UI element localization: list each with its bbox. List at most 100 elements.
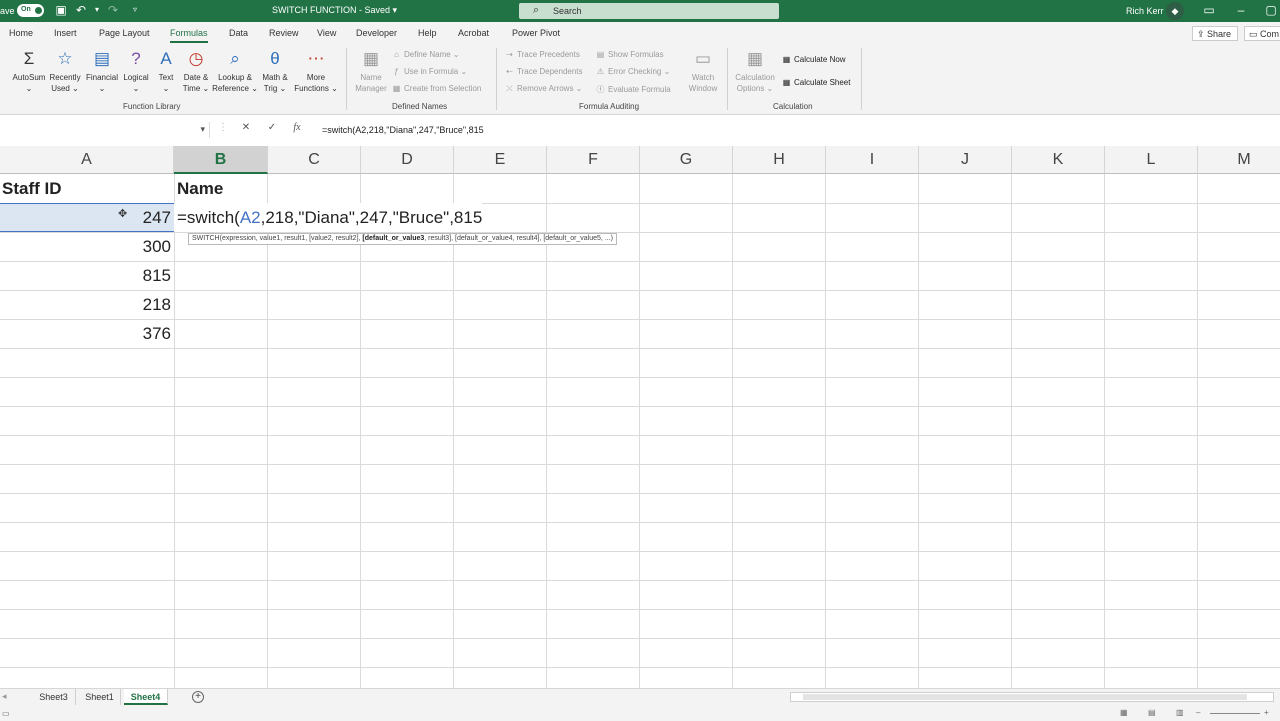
lookup-reference-button[interactable]: ⌕ Lookup & Reference ⌄	[212, 48, 258, 94]
tab-help[interactable]: Help	[418, 28, 437, 38]
document-title[interactable]: SWITCH FUNCTION - Saved ▾	[272, 5, 397, 16]
enter-formula-button[interactable]: ✓	[265, 122, 279, 133]
cell-a2[interactable]: 247	[0, 203, 171, 232]
column-header-l[interactable]: L	[1105, 146, 1198, 174]
sheet-tab-sheet4[interactable]: Sheet4	[124, 689, 168, 705]
redo-icon[interactable]: ↷	[106, 3, 120, 17]
tab-page-layout[interactable]: Page Layout	[99, 28, 150, 38]
use-in-formula-button[interactable]: ƒ Use in Formula ⌄	[391, 67, 467, 76]
undo-icon[interactable]: ↶	[74, 3, 88, 17]
horizontal-scrollbar[interactable]	[790, 692, 1274, 702]
financial-button[interactable]: ▤ Financial ⌄	[83, 48, 121, 94]
trace-dependents-icon: ⇠	[506, 67, 513, 76]
remove-arrows-button[interactable]: ⤫ Remove Arrows ⌄	[504, 84, 582, 94]
tab-data[interactable]: Data	[229, 28, 248, 38]
add-sheet-button[interactable]: +	[192, 691, 204, 703]
sheet-tab-sheet1[interactable]: Sheet1	[79, 689, 121, 705]
column-header-m[interactable]: M	[1198, 146, 1280, 174]
formula-input[interactable]: =switch(A2,218,"Diana",247,"Bruce",815	[322, 125, 484, 135]
tab-acrobat[interactable]: Acrobat	[458, 28, 489, 38]
row-line	[0, 522, 1280, 523]
row-line	[0, 290, 1280, 291]
function-tooltip[interactable]: SWITCH(expression, value1, result1, [val…	[188, 233, 617, 245]
name-box[interactable]: ▾	[0, 122, 210, 138]
row-line	[0, 348, 1280, 349]
math-trig-button[interactable]: θ Math & Trig ⌄	[256, 48, 294, 94]
zoom-in-icon[interactable]: +	[1264, 708, 1269, 717]
column-header-b[interactable]: B	[174, 146, 268, 174]
watch-window-button[interactable]: ▭ Watch Window	[684, 48, 722, 94]
minimize-icon[interactable]: –	[1234, 3, 1248, 17]
column-header-c[interactable]: C	[268, 146, 361, 174]
tab-power-pivot[interactable]: Power Pivot	[512, 28, 560, 38]
calculate-sheet-button[interactable]: ▦ Calculate Sheet	[781, 78, 851, 87]
column-header-d[interactable]: D	[361, 146, 454, 174]
group-separator	[861, 48, 862, 110]
cell-a4[interactable]: 815	[0, 261, 171, 290]
ribbon-display-icon[interactable]: ▭	[1202, 3, 1216, 17]
error-checking-button[interactable]: ⚠ Error Checking ⌄	[595, 67, 670, 76]
maximize-icon[interactable]: ▢	[1264, 3, 1278, 17]
name-manager-button[interactable]: ▦ Name Manager	[352, 48, 390, 94]
zoom-slider[interactable]	[1210, 713, 1260, 714]
cell-a1[interactable]: Staff ID	[2, 174, 62, 203]
search-input[interactable]: ⌕ Search	[519, 3, 779, 19]
page-break-view-icon[interactable]: ▥	[1176, 708, 1184, 717]
user-name[interactable]: Rich Kerr	[1126, 6, 1164, 16]
tab-home[interactable]: Home	[9, 28, 33, 38]
cell-b1[interactable]: Name	[177, 174, 223, 203]
cell-b2-editor[interactable]: =switch(A2,218,"Diana",247,"Bruce",815	[174, 203, 483, 232]
save-icon[interactable]: ▣	[54, 3, 68, 17]
avatar[interactable]: ◆	[1166, 2, 1184, 20]
column-header-k[interactable]: K	[1012, 146, 1105, 174]
cell-a3[interactable]: 300	[0, 232, 171, 261]
zoom-out-icon[interactable]: –	[1196, 708, 1200, 717]
column-line	[453, 174, 454, 688]
cancel-formula-button[interactable]: ✕	[239, 122, 253, 133]
autosave-label: ave	[0, 6, 15, 16]
page-layout-view-icon[interactable]: ▤	[1148, 708, 1156, 717]
more-functions-button[interactable]: ⋯ More Functions ⌄	[293, 48, 339, 94]
normal-view-icon[interactable]: ▦	[1120, 708, 1128, 717]
column-header-g[interactable]: G	[640, 146, 733, 174]
text-book-icon: A	[160, 49, 172, 68]
cell-a5[interactable]: 218	[0, 290, 171, 319]
column-header-e[interactable]: E	[454, 146, 547, 174]
tab-view[interactable]: View	[317, 28, 336, 38]
calculator-icon: ▦	[746, 49, 764, 68]
calculation-options-button[interactable]: ▦ Calculation Options ⌄	[732, 48, 778, 94]
trace-precedents-button[interactable]: ⇢ Trace Precedents	[504, 50, 580, 59]
show-formulas-button[interactable]: ▤ Show Formulas	[595, 50, 664, 59]
column-header-j[interactable]: J	[919, 146, 1012, 174]
share-button[interactable]: ⇪ Share	[1192, 26, 1238, 41]
autosum-button[interactable]: Σ AutoSum ⌄	[10, 48, 48, 94]
scroll-thumb[interactable]	[803, 694, 1247, 700]
scroll-left-icon[interactable]: ◂	[2, 691, 7, 702]
evaluate-formula-button[interactable]: ⓕ Evaluate Formula	[595, 84, 671, 95]
trace-dependents-button[interactable]: ⇠ Trace Dependents	[504, 67, 582, 76]
customize-toolbar-icon[interactable]: ▿	[128, 3, 142, 17]
insert-function-button[interactable]: fx	[290, 122, 304, 133]
column-header-h[interactable]: H	[733, 146, 826, 174]
tab-formulas[interactable]: Formulas	[170, 28, 208, 43]
cell-a6[interactable]: 376	[0, 319, 171, 348]
autosave-toggle[interactable]: On	[17, 4, 44, 17]
undo-dropdown-icon[interactable]: ▾	[90, 3, 104, 17]
define-name-button[interactable]: ⌂ Define Name ⌄	[391, 50, 460, 59]
sheet-tab-sheet3[interactable]: Sheet3	[32, 689, 76, 705]
tab-review[interactable]: Review	[269, 28, 299, 38]
create-from-selection-button[interactable]: ▦ Create from Selection	[391, 84, 482, 93]
comments-button[interactable]: ▭ Com	[1244, 26, 1280, 41]
trace-precedents-icon: ⇢	[506, 50, 513, 59]
row-line	[0, 667, 1280, 668]
tab-insert[interactable]: Insert	[54, 28, 77, 38]
tab-developer[interactable]: Developer	[356, 28, 397, 38]
search-icon: ⌕	[533, 4, 540, 16]
calculate-now-button[interactable]: ▦ Calculate Now	[781, 55, 846, 64]
date-time-button[interactable]: ◷ Date & Time ⌄	[177, 48, 215, 94]
recently-used-button[interactable]: ☆ Recently Used ⌄	[46, 48, 84, 94]
column-header-i[interactable]: I	[826, 146, 919, 174]
column-header-f[interactable]: F	[547, 146, 640, 174]
column-header-a[interactable]: A	[0, 146, 174, 174]
spreadsheet-grid[interactable]: A B C D E F G H I J K L M Staff ID Name …	[0, 146, 1280, 688]
